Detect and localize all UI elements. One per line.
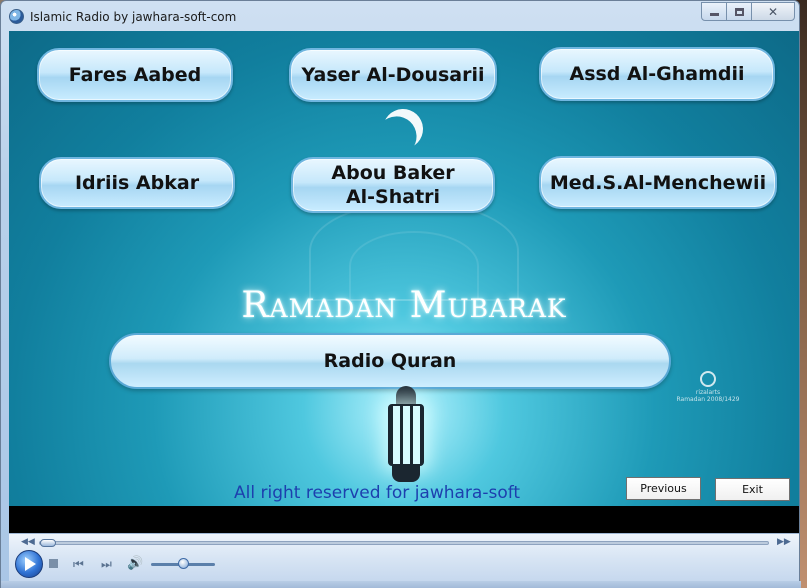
volume-slider[interactable] [151,558,215,569]
app-window: Islamic Radio by jawhara-soft-com ✕ Fare… [0,0,801,588]
video-area [9,506,799,533]
minimize-icon [709,13,719,16]
reciter-button-fares-aabed[interactable]: Fares Aabed [37,48,233,102]
play-icon [25,557,36,571]
copyright-text: All right reserved for jawhara-soft [234,483,521,503]
seek-forward-icon[interactable]: ▶▶ [777,537,791,547]
close-icon: ✕ [767,4,779,19]
stop-icon [49,559,58,568]
exit-button[interactable]: Exit [715,478,790,501]
previous-button[interactable]: Previous [626,477,701,500]
ramadan-greeting: Ramadan Mubarak [241,285,567,326]
window-bottom-frame [1,581,801,588]
maximize-icon [734,7,744,16]
reciter-button-abou-baker-al-shatri[interactable]: Abou Baker Al-Shatri [291,157,495,213]
artist-watermark: rizalarts Ramadan 2008/1429 [673,371,743,403]
play-button[interactable] [15,550,43,578]
minimize-button[interactable] [701,2,727,21]
close-button[interactable]: ✕ [751,2,795,21]
stop-button[interactable] [49,559,58,568]
seek-back-icon[interactable]: ◀◀ [21,537,35,547]
watermark-brand: rizalarts [695,389,721,396]
window-controls: ✕ [701,2,795,21]
speaker-icon[interactable]: 🔊 [127,557,143,571]
window-title: Islamic Radio by jawhara-soft-com [30,10,237,24]
seek-slider[interactable] [39,539,769,547]
maximize-button[interactable] [726,2,752,21]
seek-thumb[interactable] [40,539,56,547]
radio-quran-button[interactable]: Radio Quran [109,333,671,389]
next-track-icon[interactable]: ⏭ [101,557,112,571]
lantern-icon [384,386,428,491]
media-player-controls: ◀◀ ▶▶ ⏮ ⏭ 🔊 [9,533,799,581]
watermark-year: Ramadan 2008/1429 [676,396,740,403]
volume-thumb[interactable] [177,558,189,569]
reciter-button-med-s-al-menchewii[interactable]: Med.S.Al-Menchewii [539,156,777,209]
main-panel: Fares Aabed Yaser Al-Dousarii Assd Al-Gh… [9,31,799,506]
crescent-moon-icon [376,102,429,155]
reciter-button-yaser-al-dousarii[interactable]: Yaser Al-Dousarii [289,48,497,102]
radio-icon [9,9,24,24]
reciter-button-idriis-abkar[interactable]: Idriis Abkar [39,157,235,209]
title-bar[interactable]: Islamic Radio by jawhara-soft-com ✕ [1,1,799,31]
watermark-logo-icon [700,371,716,387]
reciter-button-assd-al-ghamdii[interactable]: Assd Al-Ghamdii [539,47,775,101]
previous-track-icon[interactable]: ⏮ [73,557,84,571]
